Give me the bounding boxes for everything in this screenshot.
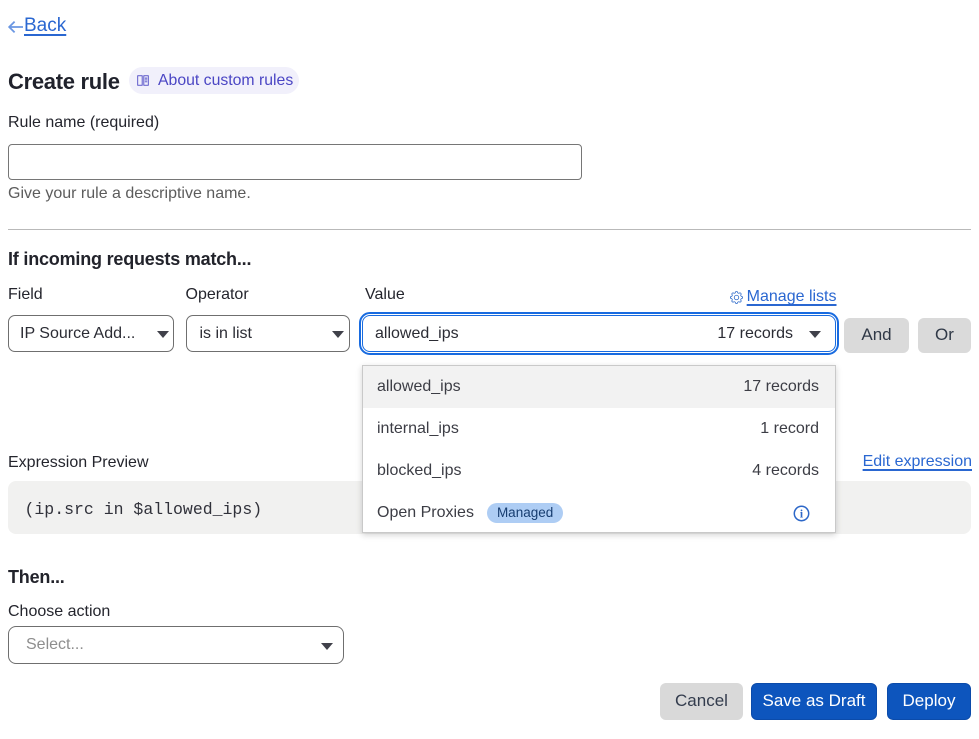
svg-text:i: i: [800, 508, 804, 520]
